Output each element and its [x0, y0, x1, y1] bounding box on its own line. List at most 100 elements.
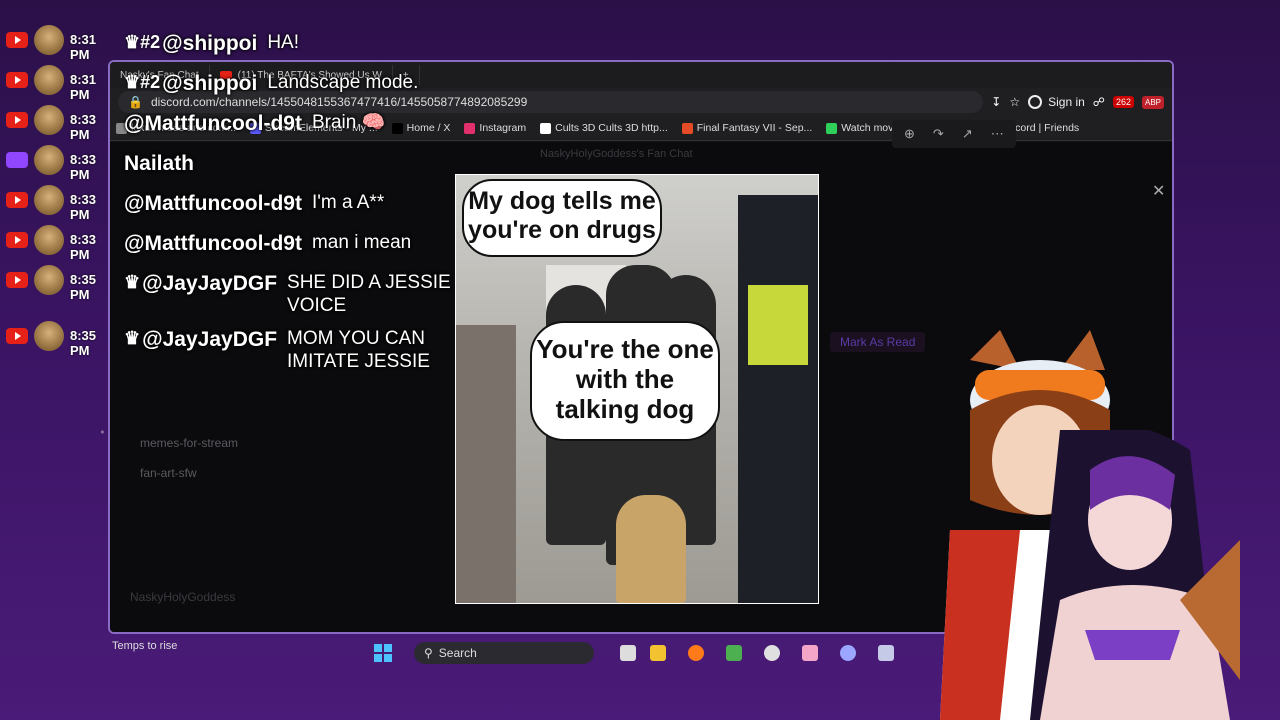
chat-timestamp: 8:33 PM [70, 112, 97, 142]
chat-text: MOM YOU CAN IMITATE JESSIE [287, 328, 430, 372]
task-view-icon[interactable] [620, 645, 636, 661]
chat-username: @shippoi [162, 32, 258, 55]
avatar [34, 225, 64, 255]
vtuber-avatar-purple [1030, 430, 1240, 720]
youtube-icon [6, 272, 28, 288]
avatar [34, 65, 64, 95]
top-speech-bubble: My dog tells me you're on drugs [462, 179, 662, 257]
bookmark-label: Cults 3D Cults 3D http... [555, 122, 668, 134]
chat-username: @Mattfuncool-d9t [124, 232, 302, 255]
chat-message: 8:33 PM @Mattfuncool-d9t Brain 🧠 [0, 105, 386, 142]
bookmark-label: Home / X [406, 122, 451, 134]
sign-in-label: Sign in [1048, 95, 1085, 109]
chat-username: @Mattfuncool-d9t [124, 192, 302, 215]
chat-timestamp: 8:33 PM [70, 152, 97, 182]
mark-as-read-button[interactable]: Mark As Read [830, 332, 926, 352]
chat-username: @JayJayDGF [142, 272, 278, 295]
youtube-icon [6, 232, 28, 248]
bookmark-icon [391, 122, 403, 134]
app-icon[interactable] [764, 645, 780, 661]
chat-text: Landscape mode. [267, 72, 419, 93]
chat-timestamp: 8:35 PM [70, 328, 97, 358]
chat-message: 8:31 PM ♛#2 @shippoi Landscape mode. [0, 65, 419, 102]
more-icon[interactable]: ⋯ [991, 126, 1004, 142]
chat-timestamp: 8:33 PM [70, 192, 97, 222]
chat-message: 8:35 PM ♛ @JayJayDGF MOM YOU CAN IMITATE JE… [0, 321, 467, 374]
chat-text: Brain 🧠 [311, 112, 386, 133]
bookmark-item[interactable]: Home / X [391, 122, 451, 134]
chat-badge: ♛ [124, 328, 141, 348]
close-icon[interactable]: ✕ [1152, 181, 1165, 201]
windows-start-icon[interactable] [374, 644, 392, 662]
avatar [34, 321, 64, 351]
chat-username: @Mattfuncool-d9t [124, 112, 302, 135]
app-icon[interactable] [878, 645, 894, 661]
bookmark-icon [826, 122, 838, 134]
bookmark-item[interactable]: Cults 3D Cults 3D http... [540, 122, 668, 134]
chat-timestamp: 8:35 PM [70, 272, 97, 302]
avatar [34, 145, 64, 175]
chat-text: HA! [267, 32, 299, 53]
chat-badge: ♛ [124, 272, 141, 292]
avatar [34, 185, 64, 215]
chat-username: @shippoi [162, 72, 258, 95]
chat-timestamp: 8:31 PM [70, 32, 97, 62]
chat-message: 8:33 PM @Mattfuncool-d9t man i mean [0, 225, 412, 262]
file-explorer-icon[interactable] [650, 645, 666, 661]
app-icon[interactable] [802, 645, 818, 661]
adblock-badge[interactable]: ABP [1141, 95, 1164, 109]
bookmark-icon [540, 122, 552, 134]
chat-message: 8:33 PM @Mattfuncool-d9t I'm a A** [0, 185, 385, 222]
image-viewer-toolbar: ⊕ ↷ ↗ ⋯ [892, 120, 1016, 148]
app-icon[interactable] [840, 645, 856, 661]
open-external-icon[interactable]: ↗ [962, 126, 973, 142]
firefox-icon[interactable] [688, 645, 704, 661]
twitch-icon [6, 152, 28, 168]
extensions-icon[interactable]: ☍ [1093, 95, 1105, 109]
star-icon[interactable]: ☆ [1009, 95, 1020, 109]
youtube-icon [6, 32, 28, 48]
chat-message: 8:31 PM ♛#2 @shippoi HA! [0, 25, 299, 62]
youtube-icon [6, 192, 28, 208]
avatar [34, 105, 64, 135]
chat-badge: ♛#2 [124, 72, 161, 92]
police-officer-shape [738, 195, 818, 603]
app-icon[interactable] [726, 645, 742, 661]
zoom-icon[interactable]: ⊕ [904, 126, 915, 142]
hi-vis-vest-shape [748, 285, 808, 365]
chat-badge: ♛#2 [124, 32, 161, 52]
meme-image: My dog tells me you're on drugs You're t… [455, 174, 819, 604]
profile-icon [1028, 95, 1043, 109]
bookmark-label: Instagram [479, 122, 527, 134]
chat-text: I'm a A** [311, 192, 385, 213]
avatar [34, 265, 64, 295]
server-name: NaskyHolyGoddess [130, 590, 236, 604]
chat-timestamp: 8:33 PM [70, 232, 97, 262]
chat-username: @JayJayDGF [142, 328, 278, 351]
weather-widget[interactable]: Temps to rise [112, 640, 177, 652]
youtube-icon [6, 112, 28, 128]
chat-message: 8:35 PM ♛ @JayJayDGF SHE DID A JESSIE VOICE [0, 265, 467, 318]
bookmark-item[interactable]: Instagram [464, 122, 526, 134]
chat-text: man i mean [311, 232, 412, 253]
search-icon: ⚲ [424, 646, 433, 660]
sign-in-button[interactable]: Sign in [1028, 95, 1085, 109]
chat-text: SHE DID A JESSIE VOICE [287, 272, 451, 316]
youtube-icon [6, 72, 28, 88]
channel-memes[interactable]: memes-for-stream [140, 436, 238, 450]
download-icon[interactable]: ↧ [991, 95, 1001, 109]
search-label: Search [438, 646, 477, 660]
chat-timestamp: 8:31 PM [70, 72, 97, 102]
bookmark-item[interactable]: Final Fantasy VII - Sep... [681, 122, 813, 134]
channel-fan-art[interactable]: fan-art-sfw [140, 466, 197, 480]
share-icon[interactable]: ↷ [933, 126, 944, 142]
bookmark-label: Final Fantasy VII - Sep... [696, 122, 813, 134]
bookmark-icon [681, 122, 693, 134]
chat-message: 8:33 PM Nailath [0, 145, 204, 182]
taskbar-search[interactable]: ⚲ Search [414, 642, 594, 664]
bookmark-icon [464, 122, 476, 134]
dog-shape [616, 495, 686, 603]
chat-username: Nailath [124, 152, 195, 175]
extension-badge[interactable]: 262 [1112, 96, 1134, 108]
channel-header: NaskyHolyGoddess's Fan Chat [540, 148, 693, 160]
